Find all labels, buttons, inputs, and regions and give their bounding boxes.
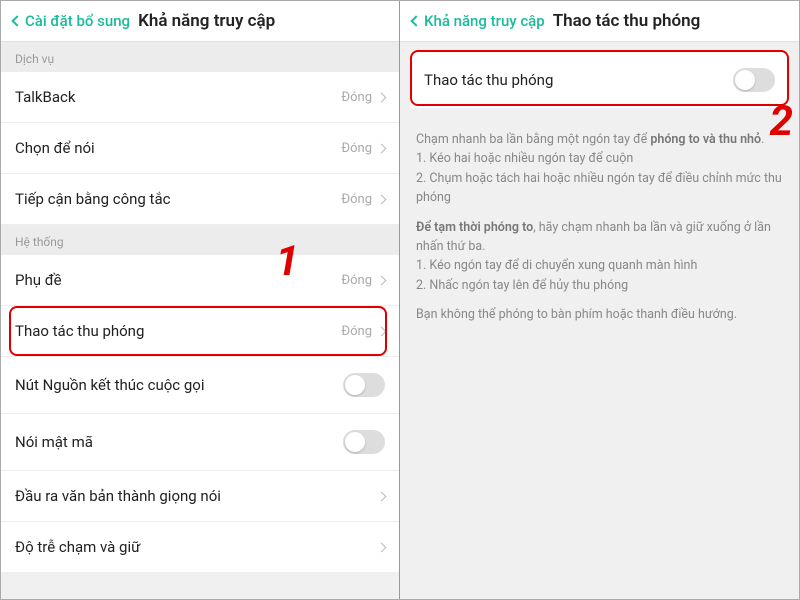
row-label: Nói mật mã — [15, 433, 93, 451]
desc-p1: Chạm nhanh ba lần bằng một ngón tay để p… — [416, 130, 783, 208]
status-text: Đóng — [341, 90, 372, 105]
row-label: Tiếp cận bằng công tắc — [15, 190, 170, 208]
row-label: Độ trễ chạm và giữ — [15, 538, 140, 556]
page-title: Thao tác thu phóng — [553, 11, 701, 31]
chevron-left-icon — [11, 15, 22, 26]
row-label: Thao tác thu phóng — [424, 71, 553, 89]
status-text: Đóng — [341, 192, 372, 207]
row-right: Đóng — [341, 141, 385, 156]
row-touch-delay[interactable]: Độ trễ chạm và giữ — [1, 522, 399, 573]
toggle-magnification[interactable] — [733, 68, 775, 92]
status-text: Đóng — [341, 324, 372, 339]
back-label: Khả năng truy cập — [424, 12, 545, 30]
row-select-speak[interactable]: Chọn để nói Đóng — [1, 123, 399, 174]
row-label: TalkBack — [15, 88, 76, 106]
row-magnification-toggle[interactable]: Thao tác thu phóng — [410, 52, 789, 108]
toggle-wrap: Thao tác thu phóng — [410, 52, 789, 108]
back-label: Cài đặt bổ sung — [25, 12, 130, 30]
row-label: Chọn để nói — [15, 139, 95, 157]
row-right: Đóng — [341, 324, 385, 339]
chevron-right-icon — [377, 92, 387, 102]
toggle-power-end-call[interactable] — [343, 373, 385, 397]
screen-accessibility: Cài đặt bổ sung Khả năng truy cập Dịch v… — [1, 1, 400, 599]
desc-p3: Bạn không thể phóng to bàn phím hoặc tha… — [416, 305, 783, 324]
row-switch-access[interactable]: Tiếp cận bằng công tắc Đóng — [1, 174, 399, 225]
back-button[interactable]: Cài đặt bổ sung — [13, 12, 130, 30]
page-title: Khả năng truy cập — [138, 11, 275, 31]
header: Khả năng truy cập Thao tác thu phóng — [400, 1, 799, 42]
status-text: Đóng — [341, 273, 372, 288]
back-button[interactable]: Khả năng truy cập — [412, 12, 545, 30]
chevron-right-icon — [377, 491, 387, 501]
chevron-right-icon — [377, 542, 387, 552]
row-speak-password[interactable]: Nói mật mã — [1, 414, 399, 471]
row-magnification[interactable]: Thao tác thu phóng Đóng — [1, 306, 399, 357]
row-right: Đóng — [341, 90, 385, 105]
row-label: Nút Nguồn kết thúc cuộc gọi — [15, 376, 204, 394]
row-right: Đóng — [341, 192, 385, 207]
screen-magnification: Khả năng truy cập Thao tác thu phóng Tha… — [400, 1, 799, 599]
row-right — [378, 493, 385, 500]
toggle-knob — [345, 375, 365, 395]
chevron-right-icon — [377, 143, 387, 153]
row-power-end-call[interactable]: Nút Nguồn kết thúc cuộc gọi — [1, 357, 399, 414]
chevron-right-icon — [377, 326, 387, 336]
chevron-left-icon — [410, 15, 421, 26]
header: Cài đặt bổ sung Khả năng truy cập — [1, 1, 399, 42]
toggle-knob — [345, 432, 365, 452]
row-captions[interactable]: Phụ đề Đóng — [1, 255, 399, 306]
row-tts[interactable]: Đầu ra văn bản thành giọng nói — [1, 471, 399, 522]
content: Thao tác thu phóng — [400, 42, 799, 118]
section-system: Hệ thống — [1, 225, 399, 255]
desc-p2: Để tạm thời phóng to, hãy chạm nhanh ba … — [416, 218, 783, 296]
row-label: Đầu ra văn bản thành giọng nói — [15, 487, 221, 505]
row-talkback[interactable]: TalkBack Đóng — [1, 72, 399, 123]
section-service: Dịch vụ — [1, 42, 399, 72]
toggle-knob — [735, 70, 755, 90]
status-text: Đóng — [341, 141, 372, 156]
toggle-speak-password[interactable] — [343, 430, 385, 454]
chevron-right-icon — [377, 194, 387, 204]
row-label: Phụ đề — [15, 271, 62, 289]
row-magnification-wrap: Thao tác thu phóng Đóng — [1, 306, 399, 357]
description-text: Chạm nhanh ba lần bằng một ngón tay để p… — [400, 118, 799, 346]
row-right — [378, 544, 385, 551]
chevron-right-icon — [377, 275, 387, 285]
row-right: Đóng — [341, 273, 385, 288]
row-label: Thao tác thu phóng — [15, 322, 144, 340]
